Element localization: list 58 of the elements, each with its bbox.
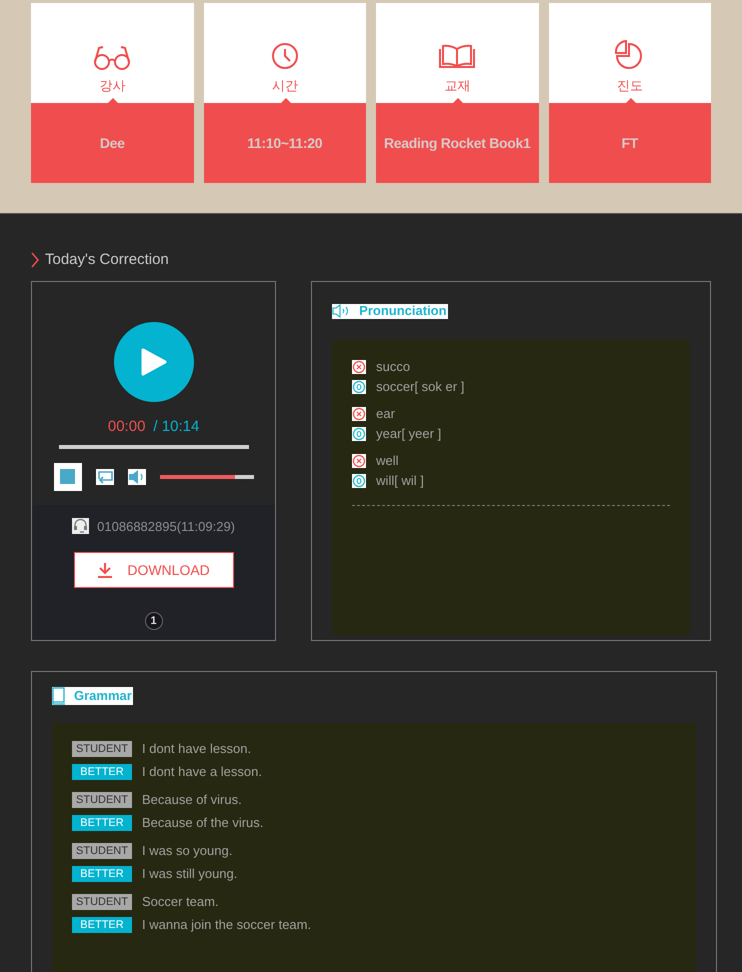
student-sentence: I dont have lesson. [142,740,252,758]
better-sentence: I was still young. [142,865,238,884]
pie-chart-icon [614,40,645,70]
page-button[interactable]: 1 [144,612,163,630]
info-label: 시간 [272,76,298,94]
section-title: Today's Correction [45,250,169,270]
pronunciation-text: succo [376,358,410,376]
wrong-mark-icon [352,454,366,468]
stop-button[interactable] [54,462,82,490]
download-button[interactable]: DOWNLOAD [74,552,234,588]
grammar-heading: Grammar [52,687,133,705]
info-label: 교재 [444,76,470,94]
info-value: 11:10~11:20 [247,134,322,152]
student-tag: STUDENT [72,792,132,808]
better-tag: BETTER [72,866,132,882]
clock-icon [270,42,299,70]
volume-icon[interactable] [128,468,146,484]
better-sentence: I wanna join the soccer team. [142,916,312,934]
student-tag: STUDENT [72,843,132,859]
play-icon [140,348,167,376]
correct-mark-icon [352,474,366,488]
current-time: 00:00 [108,417,146,437]
info-value: Reading Rocket Book1 [384,134,530,153]
better-tag: BETTER [72,917,132,933]
wrong-mark-icon [352,360,366,374]
glasses-icon [93,44,132,70]
correct-mark-icon [352,426,366,440]
pronunciation-text: ear [376,404,395,423]
wrong-mark-icon [352,406,366,420]
headset-icon [72,518,90,534]
repeat-icon[interactable] [96,468,114,484]
pronunciation-text: will[ wil ] [376,472,424,490]
pronunciation-heading: Pronunciation [332,304,448,318]
volume-slider[interactable] [160,474,254,478]
total-time: / 10:14 [153,417,200,437]
pronunciation-text: well [376,452,399,470]
student-sentence: I was so young. [142,842,232,860]
info-value: FT [621,134,638,152]
student-tag: STUDENT [72,894,132,910]
student-sentence: Soccer team. [142,893,219,912]
better-tag: BETTER [72,815,132,831]
better-sentence: I dont have a lesson. [142,763,262,782]
info-label: 강사 [99,76,126,94]
pronunciation-text: soccer[ sok er ] [376,378,464,396]
info-label: 진도 [616,76,643,94]
better-sentence: Because of the virus. [142,814,264,832]
correct-mark-icon [352,380,366,394]
download-icon [97,562,114,578]
student-tag: STUDENT [72,741,132,757]
caller-info: 01086882895(11:09:29) [97,518,235,536]
student-sentence: Because of virus. [142,791,242,810]
info-value: Dee [100,134,125,152]
progress-bar[interactable] [58,444,249,448]
pronunciation-text: year[ yeer ] [376,424,442,443]
better-tag: BETTER [72,764,132,780]
book-icon [52,687,66,705]
chevron-right-icon [31,252,39,268]
book-icon [438,44,476,70]
